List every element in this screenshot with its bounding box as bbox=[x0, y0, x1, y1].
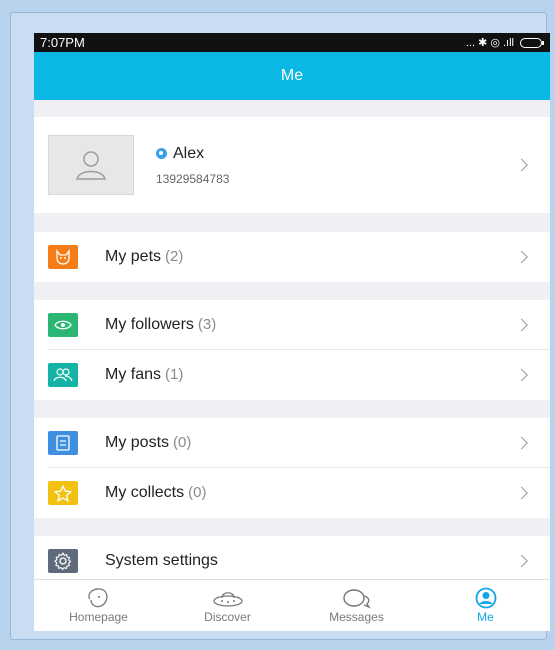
person-placeholder-icon bbox=[76, 151, 106, 180]
tab-label: Discover bbox=[204, 610, 251, 624]
battery-icon bbox=[520, 37, 544, 48]
tab-label: Me bbox=[477, 610, 494, 624]
chevron-right-icon bbox=[515, 486, 528, 500]
row-label: System settings bbox=[105, 552, 218, 569]
chevron-right-icon bbox=[515, 250, 528, 264]
row-count: (0) bbox=[173, 434, 192, 451]
tab-discover[interactable]: Discover bbox=[163, 580, 292, 631]
star-icon bbox=[48, 481, 78, 505]
status-bar: 7:07PM ... ✱ ◎ .ıll bbox=[34, 33, 550, 52]
eye-icon bbox=[48, 313, 78, 337]
row-count: (2) bbox=[165, 248, 184, 265]
profile-phone: 13929584783 bbox=[156, 171, 230, 186]
signal-icons: ... ✱ ◎ .ıll bbox=[465, 37, 514, 49]
row-label: My pets (2) bbox=[105, 248, 184, 265]
avatar[interactable] bbox=[48, 135, 134, 195]
bottom-tab-bar: Homepage Discover Messages Me bbox=[34, 579, 550, 631]
tab-me[interactable]: Me bbox=[421, 580, 550, 631]
document-icon bbox=[48, 431, 78, 455]
chevron-right-icon bbox=[515, 436, 528, 450]
ufo-icon bbox=[212, 586, 244, 610]
page-title: Me bbox=[280, 67, 304, 84]
profile-info: Alex 13929584783 bbox=[156, 145, 229, 186]
verified-icon bbox=[156, 148, 167, 159]
cat-icon bbox=[48, 245, 78, 269]
status-time: 7:07PM bbox=[40, 35, 85, 50]
gear-icon bbox=[48, 549, 78, 573]
users-icon bbox=[48, 363, 78, 387]
row-my-fans[interactable]: My fans (1) bbox=[34, 350, 550, 400]
row-label: My followers (3) bbox=[105, 316, 217, 333]
chat-icon bbox=[342, 586, 372, 610]
row-label: My fans (1) bbox=[105, 366, 184, 383]
row-my-pets[interactable]: My pets (2) bbox=[34, 232, 550, 282]
chevron-right-icon bbox=[515, 318, 528, 332]
tab-homepage[interactable]: Homepage bbox=[34, 580, 163, 631]
row-my-collects[interactable]: My collects (0) bbox=[34, 468, 550, 518]
row-my-followers[interactable]: My followers (3) bbox=[34, 300, 550, 350]
phone-screen: 7:07PM ... ✱ ◎ .ıll Me Alex 13929584783 bbox=[34, 33, 550, 631]
row-my-posts[interactable]: My posts (0) bbox=[34, 418, 550, 468]
chevron-right-icon bbox=[515, 554, 528, 568]
profile-card[interactable]: Alex 13929584783 bbox=[34, 117, 550, 213]
app-bar: Me bbox=[34, 52, 550, 100]
dog-icon bbox=[86, 586, 112, 610]
tab-label: Messages bbox=[329, 610, 384, 624]
tab-messages[interactable]: Messages bbox=[292, 580, 421, 631]
profile-name: Alex bbox=[173, 144, 205, 162]
profile-name-row: Alex bbox=[156, 145, 229, 163]
row-label: My posts (0) bbox=[105, 434, 192, 451]
row-count: (0) bbox=[188, 484, 207, 501]
row-count: (3) bbox=[197, 316, 217, 333]
row-count: (1) bbox=[165, 366, 184, 383]
row-label: My collects (0) bbox=[105, 484, 207, 501]
status-icons: ... ✱ ◎ .ıll bbox=[465, 36, 544, 49]
chevron-right-icon bbox=[515, 158, 528, 172]
person-icon bbox=[475, 586, 497, 610]
tab-label: Homepage bbox=[69, 610, 128, 624]
chevron-right-icon bbox=[515, 368, 528, 382]
